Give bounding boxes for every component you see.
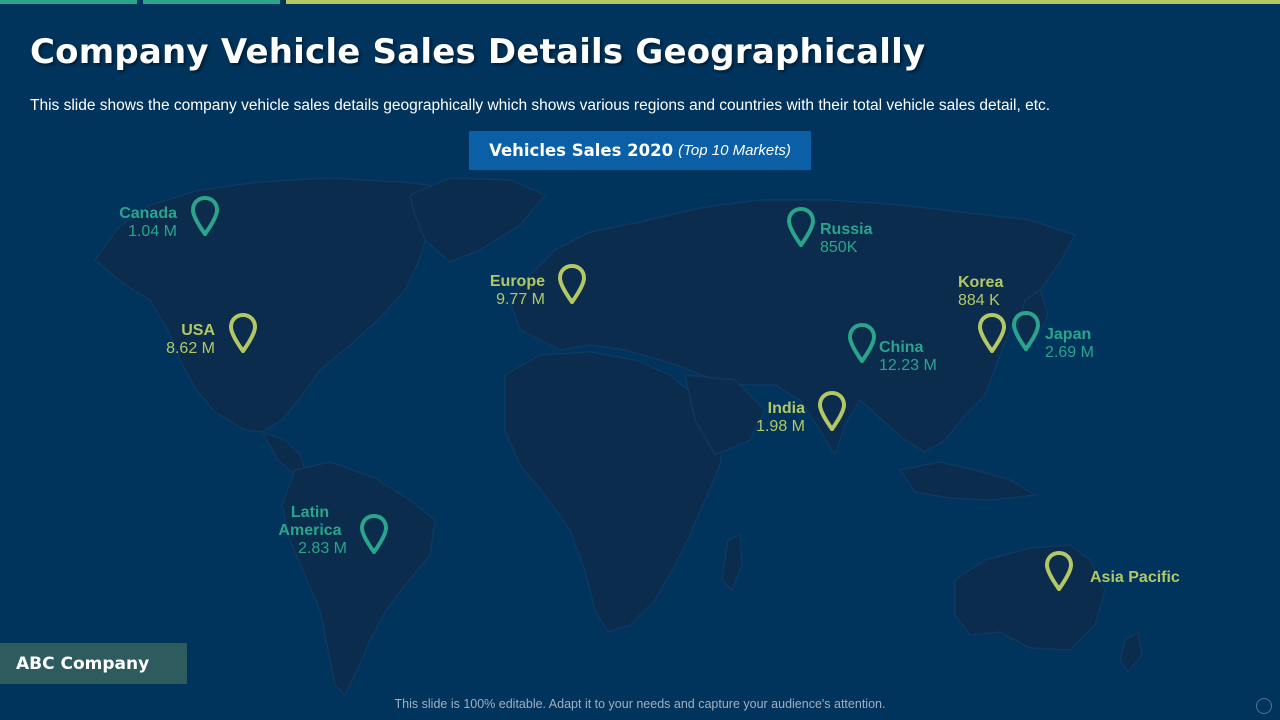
map-pin-icon [818, 391, 846, 431]
circle-icon [1256, 698, 1272, 714]
market-label-usa: USA 8.62 M [166, 322, 215, 357]
footer-note: This slide is 100% editable. Adapt it to… [394, 697, 886, 711]
market-label-japan: Japan 2.69 M [1045, 326, 1094, 361]
central-america-shape [260, 430, 306, 476]
map-pin-icon [848, 323, 876, 363]
market-label-asia-pacific: Asia Pacific [1090, 569, 1180, 586]
map-pin-icon [1012, 311, 1040, 351]
market-label-canada: Canada 1.04 M [119, 205, 177, 240]
indonesia-shape [898, 461, 1037, 501]
madagascar-shape [721, 534, 743, 592]
company-label: ABC Company [0, 643, 187, 684]
greenland-shape [409, 177, 546, 263]
map-pin-icon [978, 313, 1006, 353]
south-america-shape [281, 461, 436, 697]
map-pin-icon [558, 264, 586, 304]
new-zealand-shape [1119, 631, 1143, 674]
australia-shape [954, 544, 1106, 651]
market-label-europe: Europe 9.77 M [489, 273, 545, 308]
map-pin-icon [787, 207, 815, 247]
map-pin-icon [1045, 551, 1073, 591]
map-pin-icon [360, 514, 388, 554]
market-label-russia: Russia 850K [820, 221, 873, 256]
market-label-india: India 1.98 M [756, 400, 805, 435]
market-label-latin-america: Latin America 2.83 M [278, 504, 347, 557]
map-pin-icon [229, 313, 257, 353]
map-pin-icon [191, 196, 219, 236]
market-label-korea: Korea 884 K [958, 274, 1004, 309]
market-label-china: China 12.23 M [879, 339, 937, 374]
